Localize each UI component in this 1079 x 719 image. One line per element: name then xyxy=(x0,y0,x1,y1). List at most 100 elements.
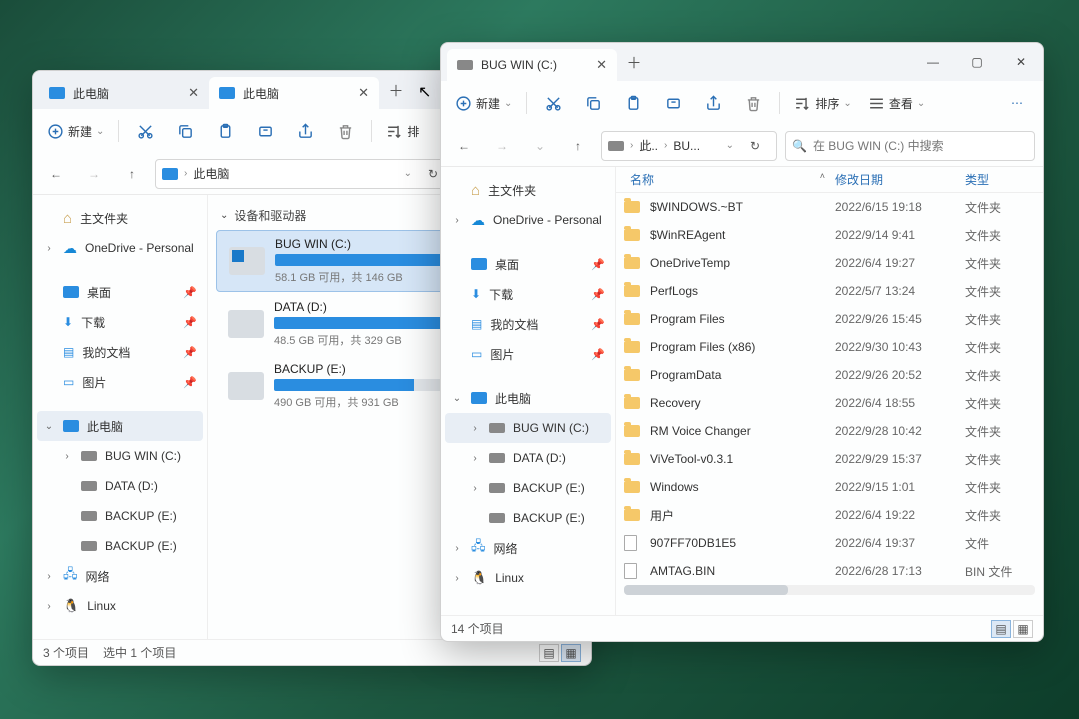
sidebar-thispc[interactable]: ⌄此电脑 xyxy=(37,411,203,441)
paste-button[interactable] xyxy=(207,115,243,147)
file-row[interactable]: 907FF70DB1E5 2022/6/4 19:37 文件 xyxy=(616,529,1043,557)
close-tab-icon[interactable]: ✕ xyxy=(358,85,369,101)
search-input[interactable]: 🔍 在 BUG WIN (C:) 中搜索 xyxy=(785,131,1035,161)
tab-bugwin[interactable]: BUG WIN (C:) ✕ xyxy=(447,49,617,81)
up-button[interactable]: ↑ xyxy=(117,159,147,189)
breadcrumb[interactable]: BU... xyxy=(673,139,700,153)
delete-button[interactable] xyxy=(735,87,771,119)
sidebar-linux[interactable]: ›🐧Linux xyxy=(37,591,203,621)
history-button[interactable]: ⌄ xyxy=(525,131,555,161)
horizontal-scrollbar[interactable] xyxy=(624,585,1035,595)
refresh-button[interactable]: ↻ xyxy=(740,131,770,161)
sidebar-network[interactable]: ›🖧网络 xyxy=(37,561,203,591)
view-tiles-button[interactable]: ▦ xyxy=(561,644,581,662)
sidebar-onedrive[interactable]: ›☁OneDrive - Personal xyxy=(445,205,611,235)
file-row[interactable]: PerfLogs 2022/5/7 13:24 文件夹 xyxy=(616,277,1043,305)
file-row[interactable]: Program Files (x86) 2022/9/30 10:43 文件夹 xyxy=(616,333,1043,361)
sidebar-pictures[interactable]: ▭图片📌 xyxy=(37,367,203,397)
sidebar-drive-e[interactable]: ›BACKUP (E:) xyxy=(445,473,611,503)
sidebar-desktop[interactable]: 桌面📌 xyxy=(37,277,203,307)
cut-button[interactable] xyxy=(127,115,163,147)
chevron-down-icon[interactable]: ⌄ xyxy=(726,140,734,151)
share-button[interactable] xyxy=(287,115,323,147)
sidebar-drive-c[interactable]: ›BUG WIN (C:) xyxy=(37,441,203,471)
sidebar-drive-c[interactable]: ›BUG WIN (C:) xyxy=(445,413,611,443)
close-button[interactable]: ✕ xyxy=(999,43,1043,81)
sidebar-drive-d[interactable]: ›DATA (D:) xyxy=(445,443,611,473)
sidebar-drive-e[interactable]: BACKUP (E:) xyxy=(37,501,203,531)
new-tab-button[interactable]: ＋ xyxy=(617,52,651,73)
file-row[interactable]: Program Files 2022/9/26 15:45 文件夹 xyxy=(616,305,1043,333)
disk-icon xyxy=(81,451,97,461)
disk-icon xyxy=(489,423,505,433)
breadcrumb[interactable]: 此电脑 xyxy=(193,165,229,182)
file-row[interactable]: ProgramData 2022/9/26 20:52 文件夹 xyxy=(616,361,1043,389)
tab-thispc-2[interactable]: 此电脑 ✕ xyxy=(209,77,379,109)
file-row[interactable]: 用户 2022/6/4 19:22 文件夹 xyxy=(616,501,1043,529)
sort-button[interactable]: 排序 ⌄ xyxy=(788,87,857,119)
back-button[interactable]: ← xyxy=(449,131,479,161)
sidebar-desktop[interactable]: 桌面📌 xyxy=(445,249,611,279)
address-bar[interactable]: › 此电脑 ⌄ ↻ xyxy=(155,159,455,189)
new-button[interactable]: 新建 ⌄ xyxy=(449,87,518,119)
tab-thispc-1[interactable]: 此电脑 ✕ xyxy=(39,77,209,109)
delete-button[interactable] xyxy=(327,115,363,147)
sidebar-drive-e2[interactable]: BACKUP (E:) xyxy=(37,531,203,561)
sidebar-documents[interactable]: ▤我的文档📌 xyxy=(445,309,611,339)
sidebar-drive-e2[interactable]: BACKUP (E:) xyxy=(445,503,611,533)
sidebar-onedrive[interactable]: ›☁OneDrive - Personal xyxy=(37,233,203,263)
file-row[interactable]: OneDriveTemp 2022/6/4 19:27 文件夹 xyxy=(616,249,1043,277)
file-row[interactable]: Recovery 2022/6/4 18:55 文件夹 xyxy=(616,389,1043,417)
sidebar-home[interactable]: ⌂主文件夹 xyxy=(445,175,611,205)
sidebar-drive-d[interactable]: DATA (D:) xyxy=(37,471,203,501)
file-row[interactable]: $WinREAgent 2022/9/14 9:41 文件夹 xyxy=(616,221,1043,249)
view-tiles-button[interactable]: ▦ xyxy=(1013,620,1033,638)
sidebar-network[interactable]: ›🖧网络 xyxy=(445,533,611,563)
sidebar-downloads[interactable]: ⬇下载📌 xyxy=(445,279,611,309)
cut-button[interactable] xyxy=(535,87,571,119)
file-row[interactable]: Windows 2022/9/15 1:01 文件夹 xyxy=(616,473,1043,501)
address-bar[interactable]: › 此.. › BU... ⌄ ↻ xyxy=(601,131,777,161)
share-button[interactable] xyxy=(695,87,731,119)
view-details-button[interactable]: ▤ xyxy=(539,644,559,662)
forward-button[interactable]: → xyxy=(79,159,109,189)
tab-label: BUG WIN (C:) xyxy=(481,58,557,72)
chevron-down-icon[interactable]: ⌄ xyxy=(404,168,412,179)
close-tab-icon[interactable]: ✕ xyxy=(596,57,607,73)
document-icon: ▤ xyxy=(63,345,74,359)
paste-button[interactable] xyxy=(615,87,651,119)
sidebar-downloads[interactable]: ⬇下载📌 xyxy=(37,307,203,337)
view-details-button[interactable]: ▤ xyxy=(991,620,1011,638)
file-date: 2022/6/4 18:55 xyxy=(835,396,965,410)
sidebar-thispc[interactable]: ⌄此电脑 xyxy=(445,383,611,413)
file-row[interactable]: ViVeTool-v0.3.1 2022/9/29 15:37 文件夹 xyxy=(616,445,1043,473)
sidebar-linux[interactable]: ›🐧Linux xyxy=(445,563,611,593)
maximize-button[interactable]: ▢ xyxy=(955,43,999,81)
file-row[interactable]: RM Voice Changer 2022/9/28 10:42 文件夹 xyxy=(616,417,1043,445)
col-date-header[interactable]: 修改日期 xyxy=(835,171,965,188)
view-button[interactable]: 查看 ⌄ xyxy=(862,87,931,119)
file-row[interactable]: AMTAG.BIN 2022/6/28 17:13 BIN 文件 xyxy=(616,557,1043,585)
new-button[interactable]: 新建 ⌄ xyxy=(41,115,110,147)
sidebar-pictures[interactable]: ▭图片📌 xyxy=(445,339,611,369)
breadcrumb[interactable]: 此.. xyxy=(639,137,658,154)
file-row[interactable]: $WINDOWS.~BT 2022/6/15 19:18 文件夹 xyxy=(616,193,1043,221)
folder-icon xyxy=(624,366,642,384)
new-tab-button[interactable]: ＋ xyxy=(379,80,413,101)
up-button[interactable]: ↑ xyxy=(563,131,593,161)
more-button[interactable]: ⋯ xyxy=(999,87,1035,119)
col-name-header[interactable]: 名称 xyxy=(624,171,820,188)
file-name: 907FF70DB1E5 xyxy=(650,536,835,550)
close-tab-icon[interactable]: ✕ xyxy=(188,85,199,101)
back-button[interactable]: ← xyxy=(41,159,71,189)
sidebar-home[interactable]: ⌂主文件夹 xyxy=(37,203,203,233)
minimize-button[interactable]: — xyxy=(911,43,955,81)
sidebar-documents[interactable]: ▤我的文档📌 xyxy=(37,337,203,367)
copy-button[interactable] xyxy=(167,115,203,147)
rename-button[interactable] xyxy=(247,115,283,147)
rename-button[interactable] xyxy=(655,87,691,119)
forward-button[interactable]: → xyxy=(487,131,517,161)
copy-button[interactable] xyxy=(575,87,611,119)
col-type-header[interactable]: 类型 xyxy=(965,171,1035,188)
sort-button[interactable]: 排 xyxy=(380,115,425,147)
